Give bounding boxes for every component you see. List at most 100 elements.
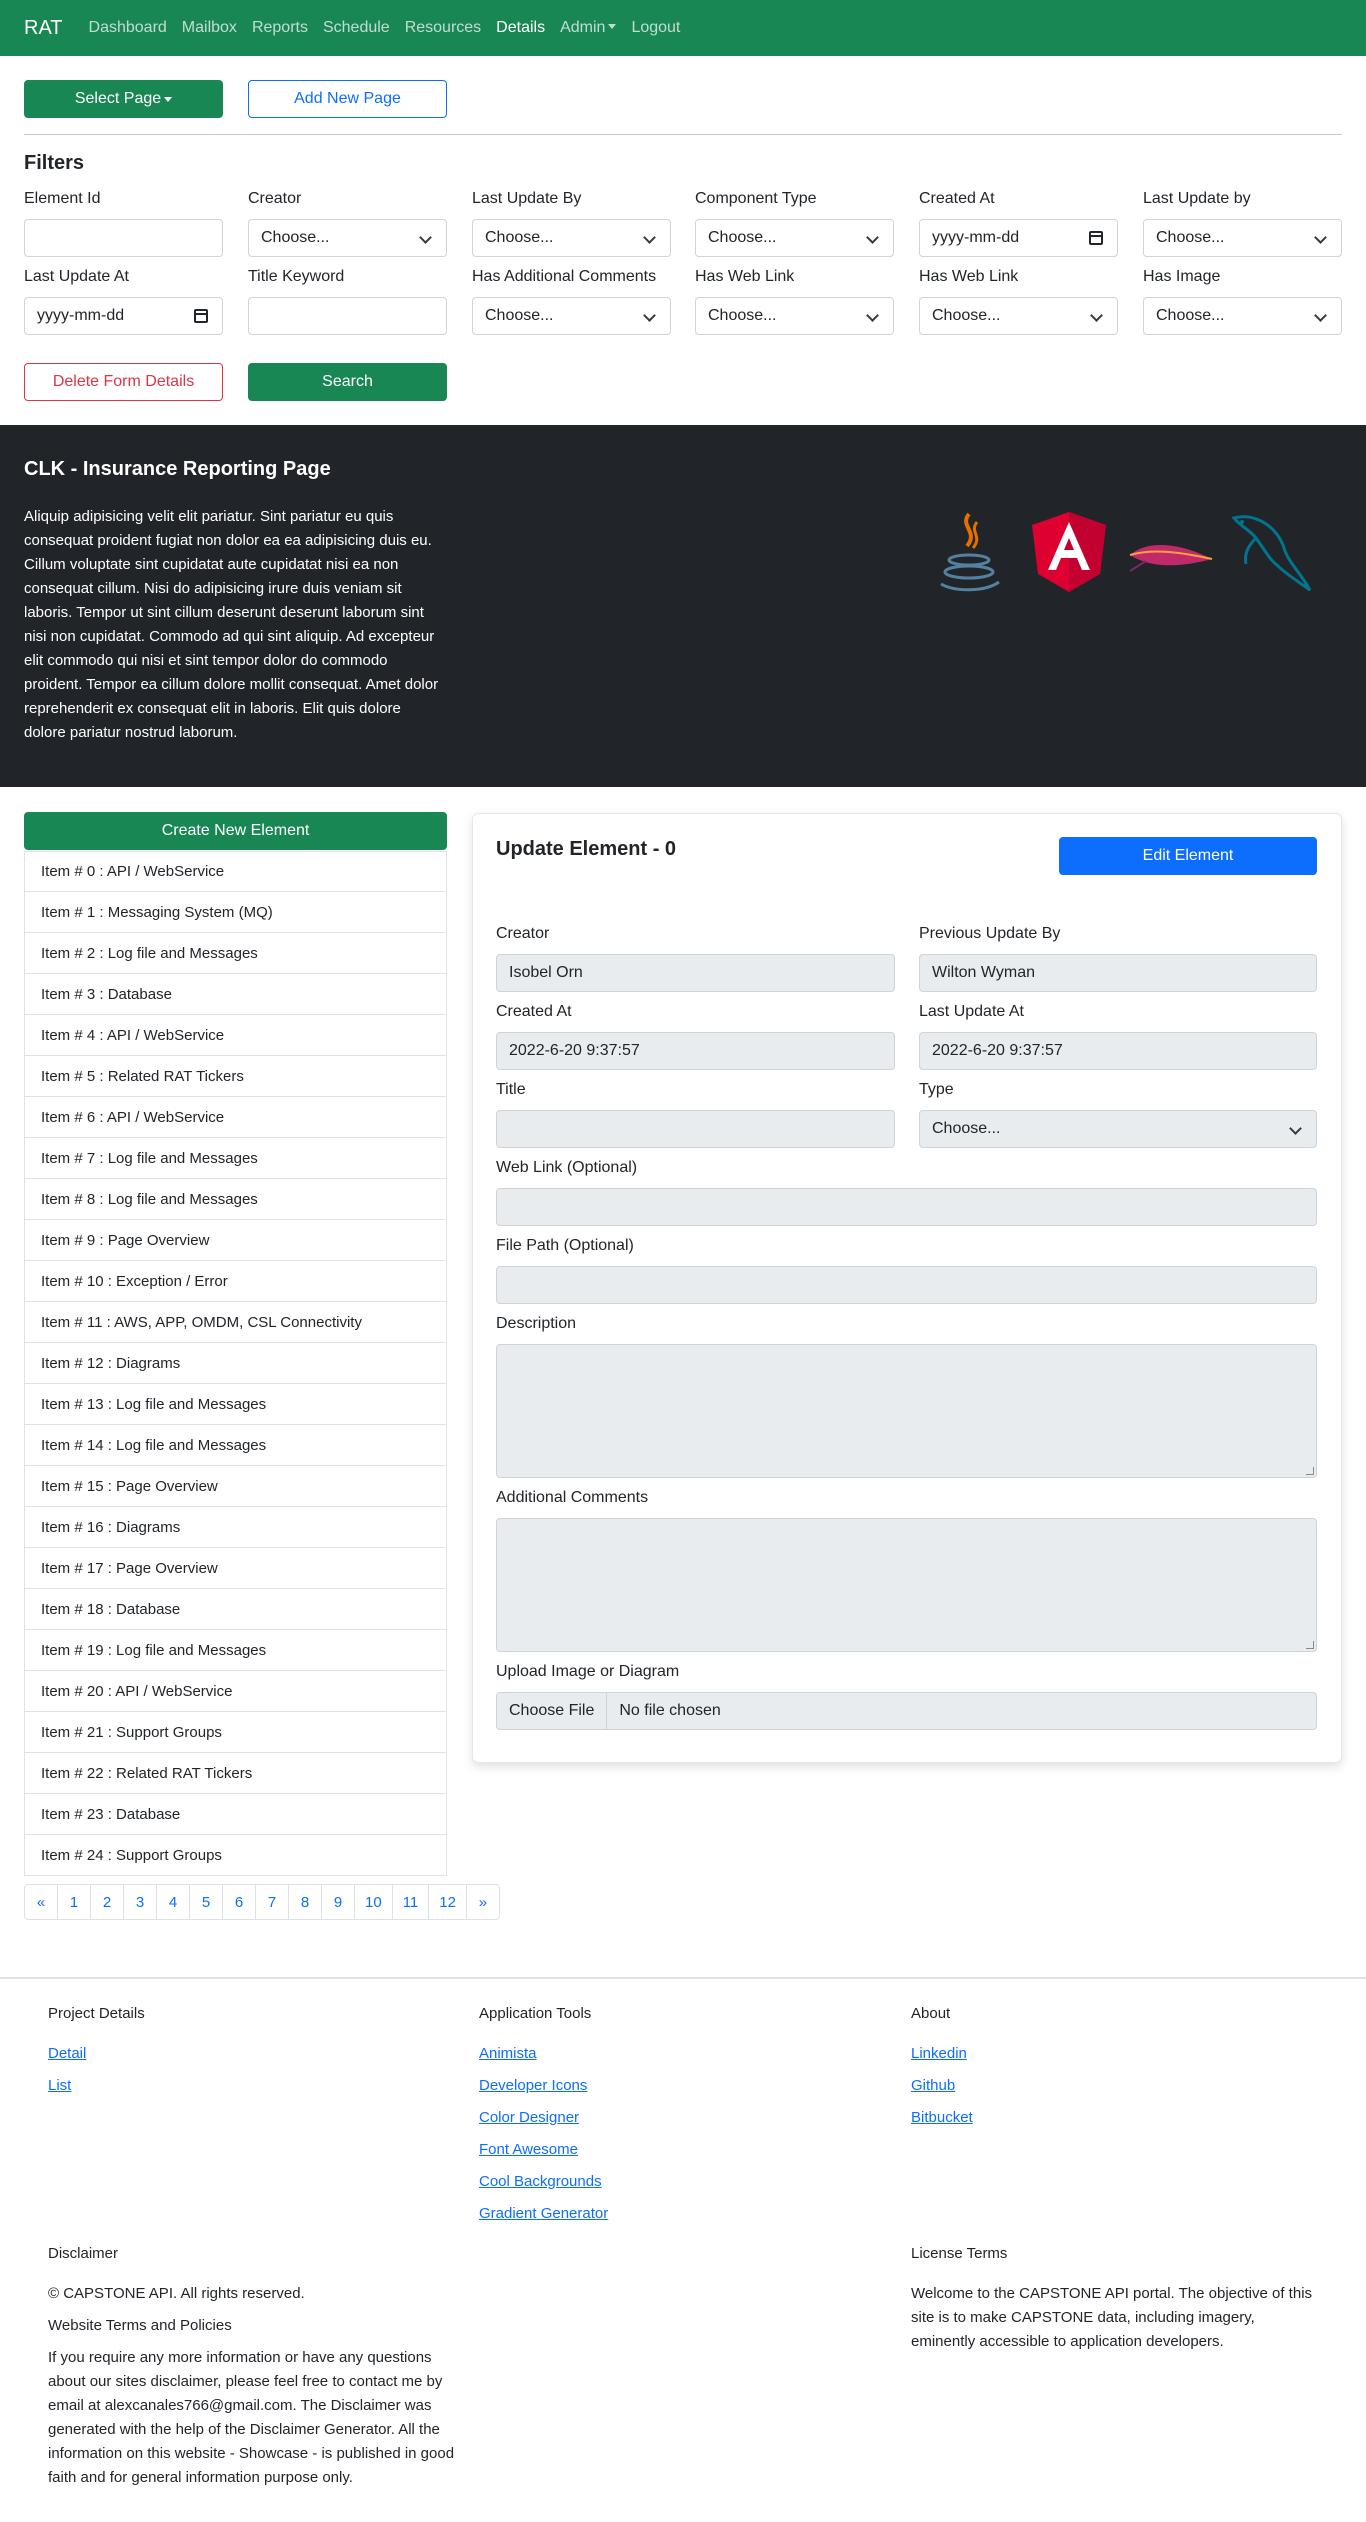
list-item[interactable]: Item # 10 : Exception / Error [24,1261,447,1302]
list-item[interactable]: Item # 18 : Database [24,1589,447,1630]
nav-logout[interactable]: Logout [631,19,680,37]
footer-link-cool-backgrounds[interactable]: Cool Backgrounds [479,2173,602,2190]
nav-resources[interactable]: Resources [405,19,481,37]
footer-link-list[interactable]: List [48,2077,71,2094]
title-keyword-input[interactable] [248,297,447,335]
list-item[interactable]: Item # 23 : Database [24,1794,447,1835]
list-item[interactable]: Item # 1 : Messaging System (MQ) [24,892,447,933]
page-link-10[interactable]: 10 [354,1884,393,1920]
file-name-text: No file chosen [619,1702,721,1719]
list-item[interactable]: Item # 7 : Log file and Messages [24,1138,447,1179]
additional-comments-textarea[interactable] [496,1518,1317,1652]
footer-link-linkedin[interactable]: Linkedin [911,2045,967,2062]
create-new-element-button[interactable]: Create New Element [24,812,447,850]
select-page-dropdown[interactable]: Select Page [24,80,223,118]
footer-link-github[interactable]: Github [911,2077,955,2094]
creator-filter-select[interactable]: Choose... [248,219,447,257]
footer-copyright: © CAPSTONE API. All rights reserved. [48,2285,305,2302]
page-link-4[interactable]: 4 [156,1884,190,1920]
footer-disclaimer-text: If you require any more information or h… [48,2349,455,2486]
list-item[interactable]: Item # 15 : Page Overview [24,1466,447,1507]
nav-reports[interactable]: Reports [252,19,308,37]
footer-link-bitbucket[interactable]: Bitbucket [911,2109,973,2126]
has-web-link-select[interactable]: Choose... [695,297,894,335]
list-item[interactable]: Item # 19 : Log file and Messages [24,1630,447,1671]
web-link-field[interactable] [496,1188,1317,1226]
page-link-7[interactable]: 7 [255,1884,289,1920]
page-link-11[interactable]: 11 [391,1884,430,1920]
file-path-field[interactable] [496,1266,1317,1304]
resize-handle-icon[interactable] [1306,1467,1314,1475]
page-link-9[interactable]: 9 [321,1884,355,1920]
list-item[interactable]: Item # 8 : Log file and Messages [24,1179,447,1220]
calendar-icon[interactable] [194,309,208,323]
list-item[interactable]: Item # 12 : Diagrams [24,1343,447,1384]
last-update-at-date-input[interactable]: yyyy-mm-dd [24,297,223,335]
resize-handle-icon[interactable] [1306,1641,1314,1649]
footer-link-color-designer[interactable]: Color Designer [479,2109,579,2126]
previous-update-field[interactable]: Wilton Wyman [919,954,1317,992]
footer-link-gradient-generator[interactable]: Gradient Generator [479,2205,608,2222]
list-item[interactable]: Item # 2 : Log file and Messages [24,933,447,974]
edit-element-button[interactable]: Edit Element [1059,837,1317,875]
description-textarea[interactable] [496,1344,1317,1478]
list-item[interactable]: Item # 6 : API / WebService [24,1097,447,1138]
file-upload-input[interactable]: Choose File No file chosen [496,1692,1317,1730]
delete-form-details-button[interactable]: Delete Form Details [24,363,223,401]
list-item[interactable]: Item # 24 : Support Groups [24,1835,447,1876]
list-item[interactable]: Item # 11 : AWS, APP, OMDM, CSL Connecti… [24,1302,447,1343]
component-type-select[interactable]: Choose... [695,219,894,257]
list-item[interactable]: Item # 16 : Diagrams [24,1507,447,1548]
page-prev-button[interactable]: « [24,1884,58,1920]
page-link-6[interactable]: 6 [222,1884,256,1920]
nav-dashboard[interactable]: Dashboard [89,19,167,37]
creator-field[interactable]: Isobel Orn [496,954,895,992]
created-at-field[interactable]: 2022-6-20 9:37:57 [496,1032,895,1070]
page-link-12[interactable]: 12 [428,1884,467,1920]
list-item[interactable]: Item # 22 : Related RAT Tickers [24,1753,447,1794]
list-item[interactable]: Item # 13 : Log file and Messages [24,1384,447,1425]
page-link-1[interactable]: 1 [57,1884,91,1920]
created-at-date-input[interactable]: yyyy-mm-dd [919,219,1118,257]
choose-file-button[interactable]: Choose File [497,1693,608,1729]
page-link-8[interactable]: 8 [288,1884,322,1920]
brand-logo[interactable]: RAT [24,17,63,40]
type-select[interactable]: Choose... [919,1110,1317,1148]
created-at-label: Created At [919,190,995,207]
nav-schedule[interactable]: Schedule [323,19,390,37]
list-item[interactable]: Item # 5 : Related RAT Tickers [24,1056,447,1097]
type-label: Type [919,1081,954,1098]
list-item[interactable]: Item # 9 : Page Overview [24,1220,447,1261]
list-item[interactable]: Item # 21 : Support Groups [24,1712,447,1753]
has-web-link-2-select[interactable]: Choose... [919,297,1118,335]
nav-details[interactable]: Details [496,19,545,37]
element-id-input[interactable] [24,219,223,257]
list-item[interactable]: Item # 14 : Log file and Messages [24,1425,447,1466]
nav-mailbox[interactable]: Mailbox [182,19,237,37]
footer-link-developer-icons[interactable]: Developer Icons [479,2077,587,2094]
list-item[interactable]: Item # 4 : API / WebService [24,1015,447,1056]
list-item[interactable]: Item # 20 : API / WebService [24,1671,447,1712]
add-new-page-button[interactable]: Add New Page [248,80,447,118]
page-link-5[interactable]: 5 [189,1884,223,1920]
last-update-by-2-select[interactable]: Choose... [1143,219,1342,257]
footer-link-detail[interactable]: Detail [48,2045,86,2062]
last-update-by-select[interactable]: Choose... [472,219,671,257]
title-field[interactable] [496,1110,895,1148]
last-update-at-field[interactable]: 2022-6-20 9:37:57 [919,1032,1317,1070]
nav-admin-dropdown[interactable]: Admin [560,19,617,37]
list-item[interactable]: Item # 17 : Page Overview [24,1548,447,1589]
page-next-button[interactable]: » [465,1884,500,1920]
list-item[interactable]: Item # 0 : API / WebService [24,851,447,892]
page-link-3[interactable]: 3 [123,1884,157,1920]
footer-tools-heading: Application Tools [479,2005,592,2022]
list-item[interactable]: Item # 3 : Database [24,974,447,1015]
footer-link-animista[interactable]: Animista [479,2045,537,2062]
search-button[interactable]: Search [248,363,447,401]
calendar-icon[interactable] [1089,231,1103,245]
has-image-select[interactable]: Choose... [1143,297,1342,335]
created-at-card-label: Created At [496,1003,572,1020]
footer-link-font-awesome[interactable]: Font Awesome [479,2141,578,2158]
has-additional-comments-select[interactable]: Choose... [472,297,671,335]
page-link-2[interactable]: 2 [90,1884,124,1920]
